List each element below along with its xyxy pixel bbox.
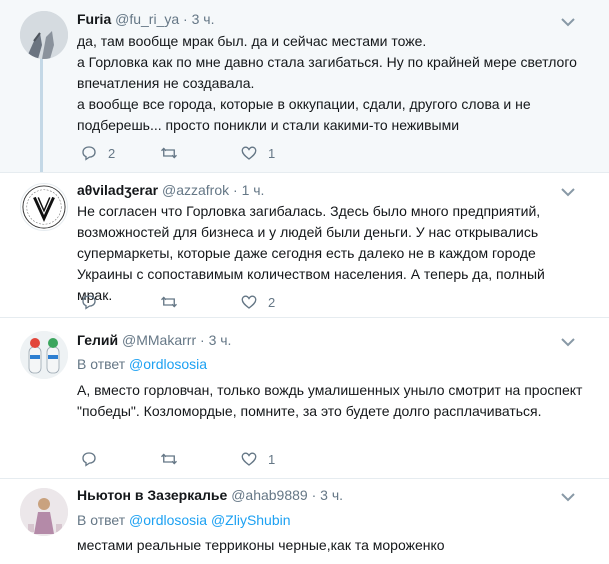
tweet-header: Furia @fu_ri_ya · 3 ч. — [77, 11, 214, 27]
tweet[interactable]: Ньютон в Зазеркалье @ahab9889 · 3 ч. В о… — [0, 479, 609, 564]
author-handle[interactable]: @MMakarrr — [122, 332, 196, 348]
tweet-text: Не согласен что Горловка загибалась. Зде… — [77, 201, 582, 306]
avatar[interactable] — [20, 183, 68, 231]
tweet-header: aθviladʒerar @azzafrok · 1 ч. — [77, 182, 264, 198]
separator-dot: · — [233, 182, 238, 198]
reply-icon — [82, 452, 96, 467]
like-button[interactable]: 1 — [240, 143, 275, 163]
retweet-icon — [161, 296, 177, 308]
thread-connector — [40, 58, 43, 172]
reply-context: В ответ @ordlososia @ZliyShubin — [77, 512, 291, 528]
mention-link[interactable]: @ordlososia — [129, 512, 207, 528]
like-count: 1 — [268, 451, 276, 467]
timestamp[interactable]: 3 ч. — [192, 11, 215, 27]
avatar[interactable] — [20, 331, 68, 379]
reply-button[interactable] — [80, 449, 108, 469]
reply-button[interactable] — [80, 292, 108, 312]
like-button[interactable]: 2 — [240, 292, 275, 312]
tweet[interactable]: Гелий @MMakarrr · 3 ч. В ответ @ordlosos… — [0, 318, 609, 478]
reply-icon — [82, 146, 96, 161]
mention-link[interactable]: @ZliyShubin — [211, 512, 291, 528]
chevron-down-icon[interactable] — [561, 187, 575, 197]
timestamp[interactable]: 1 ч. — [242, 182, 265, 198]
reply-count: 2 — [108, 145, 116, 161]
tweet-header: Ньютон в Зазеркалье @ahab9889 · 3 ч. — [77, 487, 343, 503]
tweet-thread: Furia @fu_ri_ya · 3 ч. да, там вообще мр… — [0, 0, 609, 564]
author-name[interactable]: Ньютон в Зазеркалье — [77, 487, 227, 503]
timestamp[interactable]: 3 ч. — [320, 487, 343, 503]
reply-prefix: В ответ — [77, 356, 126, 372]
tweet[interactable]: aθviladʒerar @azzafrok · 1 ч. Не согласе… — [0, 173, 609, 317]
separator-dot: · — [311, 487, 317, 503]
avatar[interactable] — [20, 488, 68, 536]
avatar[interactable] — [20, 11, 68, 59]
tweet-text-line: А, вместо горловчан, только вождь умалиш… — [77, 382, 583, 419]
author-name[interactable]: Furia — [77, 11, 111, 27]
tweet-text: местами реальные терриконы черные,как та… — [77, 535, 592, 556]
reply-button[interactable]: 2 — [80, 143, 115, 163]
author-handle[interactable]: @fu_ri_ya — [115, 11, 179, 27]
like-count: 2 — [268, 294, 276, 310]
chevron-down-icon[interactable] — [561, 492, 575, 502]
author-name[interactable]: aθviladʒerar — [77, 182, 158, 198]
tweet-header: Гелий @MMakarrr · 3 ч. — [77, 332, 231, 348]
reply-prefix: В ответ — [77, 512, 126, 528]
tweet-text-line: местами реальные терриконы черные,как та… — [77, 537, 445, 553]
reply-icon — [82, 295, 96, 310]
like-button[interactable]: 1 — [240, 449, 275, 469]
retweet-button[interactable] — [160, 449, 188, 469]
separator-dot: · — [200, 332, 205, 348]
author-handle[interactable]: @ahab9889 — [231, 487, 308, 503]
retweet-button[interactable] — [160, 292, 188, 312]
mention-link[interactable]: @ordlososia — [129, 356, 207, 372]
chevron-down-icon[interactable] — [561, 17, 575, 27]
retweet-icon — [161, 147, 177, 159]
like-count: 1 — [268, 145, 276, 161]
tweet[interactable]: Furia @fu_ri_ya · 3 ч. да, там вообще мр… — [0, 0, 609, 172]
retweet-button[interactable] — [160, 143, 188, 163]
tweet-text: да, там вообще мрак был. да и сейчас мес… — [77, 31, 592, 136]
retweet-icon — [161, 453, 177, 465]
like-icon — [241, 452, 257, 466]
reply-context: В ответ @ordlososia — [77, 356, 207, 372]
tweet-text-line: да, там вообще мрак был. да и сейчас мес… — [77, 33, 427, 49]
author-handle[interactable]: @azzafrok — [162, 182, 229, 198]
timestamp[interactable]: 3 ч. — [209, 332, 232, 348]
tweet-text-line: а вообще все города, которые в оккупации… — [77, 96, 531, 133]
separator-dot: · — [183, 11, 188, 27]
tweet-text-line: Не согласен что Горловка загибалась. Зде… — [77, 203, 545, 303]
author-name[interactable]: Гелий — [77, 332, 118, 348]
chevron-down-icon[interactable] — [561, 337, 575, 347]
like-icon — [241, 146, 257, 160]
like-icon — [241, 295, 257, 309]
tweet-text-line: а Горловка как по мне давно стала загиба… — [77, 54, 577, 91]
tweet-text: А, вместо горловчан, только вождь умалиш… — [77, 380, 592, 422]
